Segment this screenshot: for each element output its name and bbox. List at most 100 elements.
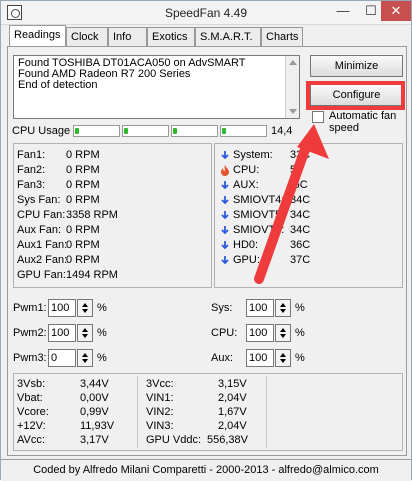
pwm3-label: Pwm3: [13, 352, 47, 364]
fan-label: Fan2: [17, 164, 46, 176]
aux-stepper-icon[interactable] [275, 349, 291, 367]
minimize-window-button[interactable]: — [329, 1, 357, 21]
aux-percent-sign: % [295, 352, 305, 364]
fan-label: GPU Fan: [17, 269, 66, 281]
temperature-readings-box: System: 33C CPU: 51 AUX: -6C SMIOVT4: 34… [214, 143, 403, 288]
voltage-value: 3,15V [218, 378, 247, 390]
fan-value: 0 RPM [66, 149, 100, 161]
down-arrow-icon [221, 256, 229, 265]
pwm2-label: Pwm2: [13, 327, 47, 339]
pwm3-percent-sign: % [97, 352, 107, 364]
pwm3-input[interactable]: 0 [48, 349, 76, 367]
sys-stepper-icon[interactable] [275, 299, 291, 317]
cpu-control-label: CPU: [211, 327, 238, 339]
voltage-label: VIN2: [146, 406, 174, 418]
voltage-label: 3Vcc: [146, 378, 174, 390]
fan-value: 0 RPM [66, 194, 100, 206]
voltage-label: +12V: [17, 420, 46, 432]
configure-highlight-box [306, 81, 405, 110]
voltage-value: 2,04V [218, 420, 247, 432]
voltage-label: VIN1: [146, 392, 174, 404]
fan-value: 0 RPM [66, 239, 100, 251]
pwm2-stepper-icon[interactable] [77, 324, 93, 342]
tab-info[interactable]: Info [108, 27, 147, 47]
cpu-usage-percent: 14,4 [271, 125, 293, 137]
fan-readings-box: Fan1: 0 RPM Fan2: 0 RPM Fan3: 0 RPM Sys Fan… [13, 143, 212, 288]
footer-credit: Coded by Alfredo Milani Comparetti - 200… [1, 459, 411, 481]
scroll-up-arrow-icon[interactable] [289, 60, 297, 65]
speedfan-window: SpeedFan 4.49 — ☐ ✕ Readings Clock Info … [0, 0, 412, 481]
cpu-usage-label: CPU Usage [12, 125, 71, 137]
cpu-percent-sign: % [295, 327, 305, 339]
temperature-label: CPU: [233, 164, 260, 176]
cpu-core-bar-fill [173, 128, 177, 134]
voltage-label: AVcc: [17, 434, 45, 446]
voltage-value: 0,99V [80, 406, 109, 418]
cpu-core-bar [171, 125, 218, 137]
down-arrow-icon [221, 226, 229, 235]
log-scrollbar[interactable] [285, 56, 299, 118]
pwm1-input[interactable]: 100 [48, 299, 76, 317]
readings-panel: Found TOSHIBA DT01ACA050 on AdvSMART Fou… [7, 46, 407, 456]
temperature-label: System: [233, 149, 273, 161]
tab-exotics[interactable]: Exotics [147, 27, 195, 47]
voltage-value: 11,93V [80, 420, 115, 432]
cpu-stepper[interactable]: 100 [246, 324, 292, 342]
minimize-button[interactable]: Minimize [310, 55, 403, 77]
tab-readings[interactable]: Readings [9, 25, 66, 48]
log-line: End of detection [18, 79, 98, 91]
fan-label: Aux Fan: [17, 224, 62, 236]
temperature-value: 33C [290, 149, 311, 161]
voltage-column-divider [137, 376, 138, 448]
scroll-down-arrow-icon[interactable] [289, 109, 297, 114]
voltage-column-divider [266, 376, 267, 448]
cpu-stepper-icon[interactable] [275, 324, 291, 342]
pwm1-percent-sign: % [97, 302, 107, 314]
down-arrow-icon [221, 181, 229, 190]
tab-clock[interactable]: Clock [66, 27, 108, 47]
aux-stepper[interactable]: 100 [246, 349, 292, 367]
fan-value: 0 RPM [66, 164, 100, 176]
pwm3-stepper-icon[interactable] [77, 349, 93, 367]
title-bar: SpeedFan 4.49 — ☐ ✕ [1, 1, 411, 25]
pwm1-stepper-icon[interactable] [77, 299, 93, 317]
pwm1-stepper[interactable]: 100 [48, 299, 94, 317]
voltage-readings-box: 3Vsb: 3,44V Vbat: 0,00V Vcore: 0,99V +12V: 1… [13, 373, 403, 451]
temperature-row: HD0: 36C [220, 238, 330, 252]
cpu-core-bar [122, 125, 169, 137]
sys-stepper[interactable]: 100 [246, 299, 292, 317]
temperature-row: GPU: 37C [220, 253, 330, 267]
temperature-label: AUX: [233, 179, 259, 191]
fan-label: CPU Fan: [17, 209, 66, 221]
automatic-fan-speed-checkbox[interactable] [312, 111, 324, 123]
temperature-row: System: 33C [220, 148, 330, 162]
close-window-button[interactable]: ✕ [381, 1, 411, 21]
temperature-row: SMIOVT4: 34C [220, 193, 330, 207]
down-arrow-icon [221, 211, 229, 220]
aux-input[interactable]: 100 [246, 349, 274, 367]
sys-percent-sign: % [295, 302, 305, 314]
cpu-core-bar-fill [75, 128, 79, 134]
temperature-label: HD0: [233, 239, 259, 251]
temperature-label: SMIOVT5: [233, 209, 285, 221]
cpu-core-bar-fill [222, 128, 226, 134]
voltage-value: 3,44V [80, 378, 109, 390]
pwm2-input[interactable]: 100 [48, 324, 76, 342]
fan-label: Fan3: [17, 179, 46, 191]
voltage-label: Vbat: [17, 392, 43, 404]
cpu-core-bar [73, 125, 120, 137]
sys-input[interactable]: 100 [246, 299, 274, 317]
temperature-value: 34C [290, 209, 311, 221]
cpu-core-bar [220, 125, 267, 137]
fan-value: 0 RPM [66, 179, 100, 191]
fan-value: 0 RPM [66, 224, 100, 236]
voltage-value: 556,38V [207, 434, 248, 446]
tab-charts[interactable]: Charts [261, 27, 303, 47]
tab-smart[interactable]: S.M.A.R.T. [195, 27, 261, 47]
temperature-label: GPU: [233, 254, 260, 266]
cpu-input[interactable]: 100 [246, 324, 274, 342]
voltage-value: 0,00V [80, 392, 109, 404]
fan-label: Aux2 Fan: [17, 254, 68, 266]
pwm2-stepper[interactable]: 100 [48, 324, 94, 342]
pwm3-stepper[interactable]: 0 [48, 349, 94, 367]
